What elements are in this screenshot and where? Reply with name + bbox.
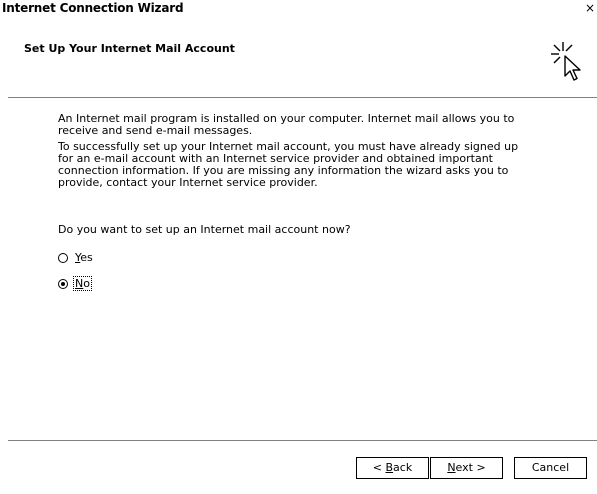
back-button[interactable]: < Back (356, 457, 429, 479)
radio-yes[interactable]: Yes (58, 251, 94, 264)
footer-separator (8, 440, 597, 442)
header-separator (8, 97, 597, 99)
wizard-cursor-icon (551, 42, 581, 81)
page-title: Set Up Your Internet Mail Account (24, 42, 235, 55)
close-button[interactable]: × (583, 0, 597, 16)
radio-no[interactable]: No (58, 276, 92, 291)
title-bar[interactable]: Internet Connection Wizard × (0, 0, 597, 18)
question-text: Do you want to set up an Internet mail a… (58, 223, 351, 236)
intro-paragraph: An Internet mail program is installed on… (58, 112, 515, 137)
wizard-header: Set Up Your Internet Mail Account (8, 18, 597, 98)
radio-yes-label[interactable]: Yes (74, 251, 94, 264)
wizard-window: Internet Connection Wizard × Set Up Your… (0, 0, 597, 494)
radio-yes-circle[interactable] (58, 252, 68, 263)
radio-no-circle[interactable] (58, 278, 68, 289)
next-button[interactable]: Next > (430, 457, 503, 479)
radio-no-label[interactable]: No (73, 276, 92, 291)
cancel-button[interactable]: Cancel (514, 457, 587, 479)
window-title: Internet Connection Wizard (2, 1, 184, 15)
requirements-paragraph: To successfully set up your Internet mai… (58, 140, 519, 189)
